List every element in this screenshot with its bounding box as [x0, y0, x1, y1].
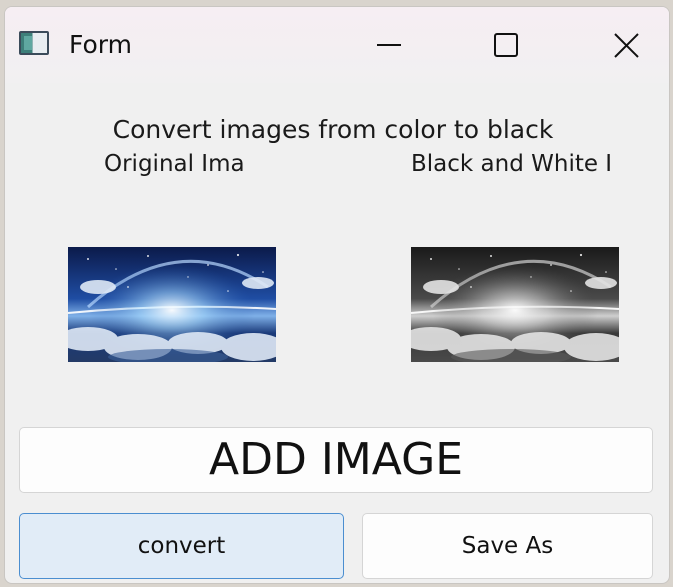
maximize-button[interactable]	[485, 25, 529, 65]
original-image	[68, 247, 276, 362]
convert-button[interactable]: convert	[19, 513, 344, 579]
title-bar[interactable]: Form	[5, 7, 669, 83]
add-image-button[interactable]: ADD IMAGE	[19, 427, 653, 493]
bw-image-label: Black and White I	[411, 151, 613, 177]
heading-text: Convert images from color to black	[112, 115, 554, 144]
close-button[interactable]	[605, 25, 649, 65]
minimize-icon	[377, 44, 401, 46]
minimize-button[interactable]	[367, 25, 411, 65]
maximize-icon	[494, 33, 518, 57]
bw-image	[411, 247, 619, 362]
app-window-icon	[19, 31, 49, 55]
original-image-label: Original Ima	[104, 151, 245, 177]
save-as-button[interactable]: Save As	[362, 513, 653, 579]
window-title: Form	[69, 30, 132, 59]
heading-label: Convert images from color to black	[5, 115, 669, 147]
close-icon	[614, 33, 639, 58]
form-window: Form Convert images from color to black …	[4, 6, 670, 584]
bw-image-graphic	[411, 247, 619, 362]
original-image-graphic	[68, 247, 276, 362]
